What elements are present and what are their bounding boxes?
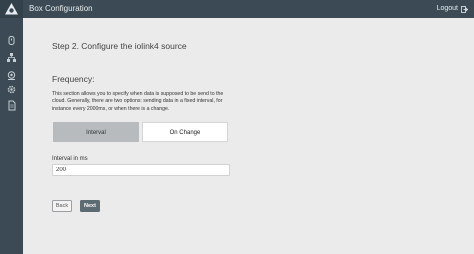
interval-option-button[interactable]: Interval	[53, 122, 139, 142]
settings-gear-icon[interactable]	[6, 82, 17, 94]
frequency-heading: Frequency:	[52, 74, 95, 84]
interval-ms-input[interactable]	[52, 164, 230, 176]
top-bar: Box Configuration Logout	[0, 0, 474, 18]
logo-icon	[5, 3, 18, 15]
sidebar	[0, 18, 23, 254]
document-icon[interactable]	[6, 98, 17, 111]
connection-icon[interactable]	[6, 68, 17, 80]
network-icon[interactable]	[6, 50, 17, 62]
logout-label: Logout	[436, 5, 458, 12]
back-button[interactable]: Back	[52, 200, 72, 212]
logout-button[interactable]: Logout	[437, 3, 468, 15]
logout-icon	[461, 5, 468, 13]
step-title: Step 2. Configure the iolink4 source	[52, 41, 187, 51]
app-title: Box Configuration	[29, 4, 93, 13]
frequency-description: This section allows you to specify when …	[52, 91, 224, 112]
on-change-option-button[interactable]: On Change	[142, 122, 228, 142]
interval-field-label: Interval in ms	[52, 156, 88, 162]
gateway-icon[interactable]	[6, 33, 17, 45]
brand-logo[interactable]	[0, 0, 23, 18]
app-window: Box Configuration Logout Step 2. Configu…	[0, 0, 474, 254]
main-content: Step 2. Configure the iolink4 source Fre…	[23, 18, 474, 254]
next-button[interactable]: Next	[80, 200, 100, 212]
